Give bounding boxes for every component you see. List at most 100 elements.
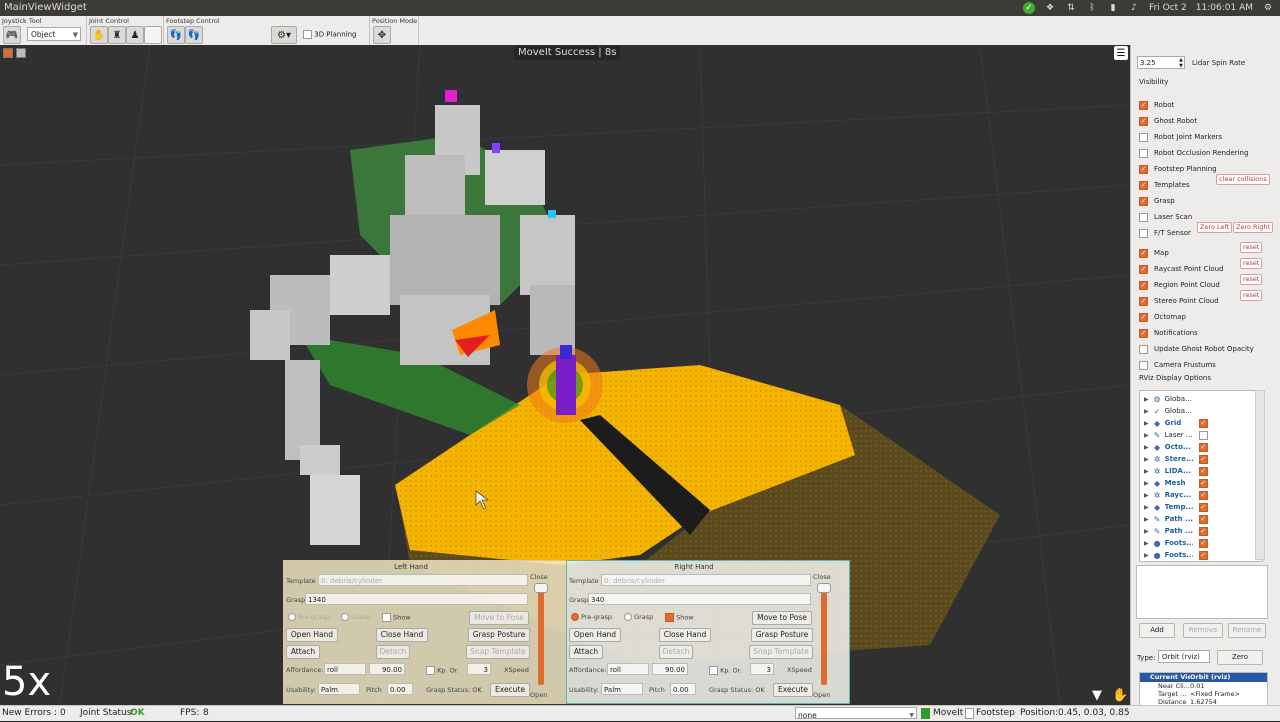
left-show-checkbox[interactable]: Show	[382, 613, 411, 622]
tree-row[interactable]: ▶ ◆ Grid ✓	[1144, 417, 1214, 429]
spin-arrows-icon[interactable]: ▲ ▼	[1179, 57, 1183, 69]
tree-row[interactable]: ▶ ✓ Globa...	[1144, 405, 1193, 417]
clock-label[interactable]: 11:06:01 AM	[1196, 3, 1253, 13]
footstep-right-button[interactable]: 👣	[185, 26, 203, 44]
rviz-viewport[interactable]: MoveIt Success | 8s ☰ 5x ▼ ✋ Left Hand T…	[0, 45, 1130, 705]
visibility-checkbox[interactable]	[1139, 132, 1148, 142]
left-attach-button[interactable]: Attach	[286, 645, 320, 659]
rename-display-button[interactable]: Rename	[1228, 623, 1266, 638]
display-enabled-checkbox[interactable]: ✓	[1198, 442, 1208, 452]
display-enabled-checkbox[interactable]: ✓	[1198, 478, 1208, 488]
right-execute-button[interactable]: Execute	[773, 683, 813, 697]
visibility-item[interactable]: ✓ Robot	[1139, 98, 1174, 112]
zero-view-button[interactable]: Zero	[1217, 650, 1263, 665]
right-attach-button[interactable]: Attach	[569, 645, 603, 659]
right-kp-checkbox[interactable]: Kp. Or.	[709, 666, 742, 675]
visibility-item[interactable]: ✓ Octomap	[1139, 310, 1186, 324]
display-enabled-checkbox[interactable]: ✓	[1198, 538, 1208, 548]
settings-button[interactable]: ⚙▾	[271, 26, 297, 44]
stereo-reset-button[interactable]: reset	[1240, 290, 1263, 301]
add-display-button[interactable]: Add	[1139, 623, 1175, 638]
left-gripper-slider[interactable]	[538, 585, 544, 685]
right-gripper-slider[interactable]	[821, 585, 827, 685]
visibility-item[interactable]: Laser Scan	[1139, 210, 1192, 224]
left-close-hand-button[interactable]: Close Hand	[376, 628, 428, 642]
visibility-item[interactable]: ✓ Map	[1139, 246, 1169, 260]
right-snap-template-button[interactable]: Snap Template	[749, 645, 813, 659]
display-enabled-checkbox[interactable]: ✓	[1198, 418, 1208, 428]
right-usability-select[interactable]: Palm	[601, 683, 643, 695]
left-pitch-value[interactable]: 0.00	[387, 683, 413, 695]
raycast-reset-button[interactable]: reset	[1240, 258, 1263, 269]
expand-arrow-icon[interactable]: ▶	[1144, 408, 1149, 415]
tree-scrollbar[interactable]	[1255, 390, 1265, 560]
visibility-checkbox[interactable]: ✓	[1139, 296, 1148, 306]
update-ok-icon[interactable]: ✓	[1023, 2, 1036, 14]
expand-arrow-icon[interactable]: ▶	[1144, 396, 1149, 403]
right-show-checkbox[interactable]: Show	[665, 613, 694, 622]
expand-arrow-icon[interactable]: ▶	[1144, 432, 1149, 439]
left-grasp-radio[interactable]: Grasp	[341, 613, 370, 621]
expand-arrow-icon[interactable]: ▶	[1144, 540, 1149, 547]
visibility-checkbox[interactable]: ✓	[1139, 100, 1148, 110]
display-enabled-checkbox[interactable]: ✓	[1198, 490, 1208, 500]
display-enabled-checkbox[interactable]: ✓	[1198, 454, 1208, 464]
visibility-item[interactable]: ✓ Notifications	[1139, 326, 1198, 340]
left-open-hand-button[interactable]: Open Hand	[286, 628, 338, 642]
joint-empty-button[interactable]	[144, 26, 162, 44]
down-arrow-icon[interactable]: ▼	[1092, 688, 1102, 703]
left-affordance-value[interactable]: 90.00	[369, 663, 405, 675]
zero-left-button[interactable]: Zero Left	[1197, 222, 1233, 233]
visibility-checkbox[interactable]: ✓	[1139, 116, 1148, 126]
expand-arrow-icon[interactable]: ▶	[1144, 468, 1149, 475]
bluetooth-icon[interactable]: ᛒ	[1086, 3, 1098, 14]
left-pregrasp-radio[interactable]: Pre-grasp	[288, 613, 329, 621]
arm-right-button[interactable]: ♟	[126, 26, 144, 44]
property-row[interactable]: Target ... <Fixed Frame>	[1140, 690, 1267, 698]
tree-row[interactable]: ▶ ● Foots... ✓	[1144, 537, 1214, 549]
tree-row[interactable]: ▶ ✎ Path ... ✓	[1144, 513, 1214, 525]
expand-arrow-icon[interactable]: ▶	[1144, 456, 1149, 463]
tree-row[interactable]: ▶ ◆ Temp... ✓	[1144, 501, 1214, 513]
region-reset-button[interactable]: reset	[1240, 274, 1263, 285]
right-grasp-select[interactable]: 340	[588, 593, 811, 605]
visibility-item[interactable]: ✓ Grasp	[1139, 194, 1175, 208]
torso-button[interactable]: ♜	[108, 26, 126, 44]
right-pitch-value[interactable]: 0.00	[670, 683, 696, 695]
tree-row[interactable]: ▶ ✎ Laser ...	[1144, 429, 1214, 441]
lidar-spin-input[interactable]: 3.25 ▲ ▼	[1137, 56, 1185, 69]
tree-row[interactable]: ▶ ✎ Path ... ✓	[1144, 525, 1214, 537]
tree-row[interactable]: ▶ ◆ Mesh ✓	[1144, 477, 1214, 489]
display-enabled-checkbox[interactable]: ✓	[1198, 550, 1208, 560]
left-grasp-posture-button[interactable]: Grasp Posture	[468, 628, 530, 642]
expand-arrow-icon[interactable]: ▶	[1144, 480, 1149, 487]
tree-row[interactable]: ▶ ✲ Rayc... ✓	[1144, 489, 1214, 501]
visibility-item[interactable]: ✓ Footstep Planning	[1139, 162, 1217, 176]
visibility-checkbox[interactable]: ✓	[1139, 180, 1148, 190]
visibility-checkbox[interactable]	[1139, 360, 1148, 370]
visibility-item[interactable]: ✓ Stereo Point Cloud	[1139, 294, 1219, 308]
map-reset-button[interactable]: reset	[1240, 242, 1263, 253]
visibility-checkbox[interactable]	[1139, 228, 1148, 238]
visibility-item[interactable]: Camera Frustums	[1139, 358, 1216, 372]
visibility-item[interactable]: Robot Joint Markers	[1139, 130, 1222, 144]
expand-arrow-icon[interactable]: ▶	[1144, 492, 1149, 499]
battery-icon[interactable]: ▮	[1107, 3, 1119, 14]
right-detach-button[interactable]: Detach	[659, 645, 693, 659]
left-template-select[interactable]: 0: debris/cylinder	[318, 574, 528, 586]
tree-row[interactable]: ▶ ⚙ Globa...	[1144, 393, 1193, 405]
volume-icon[interactable]: ♪	[1128, 3, 1140, 14]
rviz-display-tree[interactable]: ▶ ⚙ Globa... ▶ ✓ Globa... ▶ ◆ Grid ✓ ▶ ✎ Laser ... ▶ ◆…	[1139, 390, 1263, 562]
visibility-checkbox[interactable]: ✓	[1139, 196, 1148, 206]
right-affordance-select[interactable]: roll	[607, 663, 649, 675]
display-enabled-checkbox[interactable]: ✓	[1198, 526, 1208, 536]
display-enabled-checkbox[interactable]	[1198, 430, 1208, 440]
dropbox-icon[interactable]: ❖	[1044, 3, 1056, 14]
left-move-to-pose-button[interactable]: Move to Pose	[469, 611, 529, 625]
right-gripper-knob[interactable]	[817, 583, 831, 593]
left-affordance-select[interactable]: roll	[324, 663, 366, 675]
date-label[interactable]: Fri Oct 2	[1149, 3, 1187, 13]
joystick-button[interactable]: 🎮	[3, 26, 21, 44]
hamburger-menu-icon[interactable]: ☰	[1114, 46, 1128, 60]
display-enabled-checkbox[interactable]: ✓	[1198, 466, 1208, 476]
